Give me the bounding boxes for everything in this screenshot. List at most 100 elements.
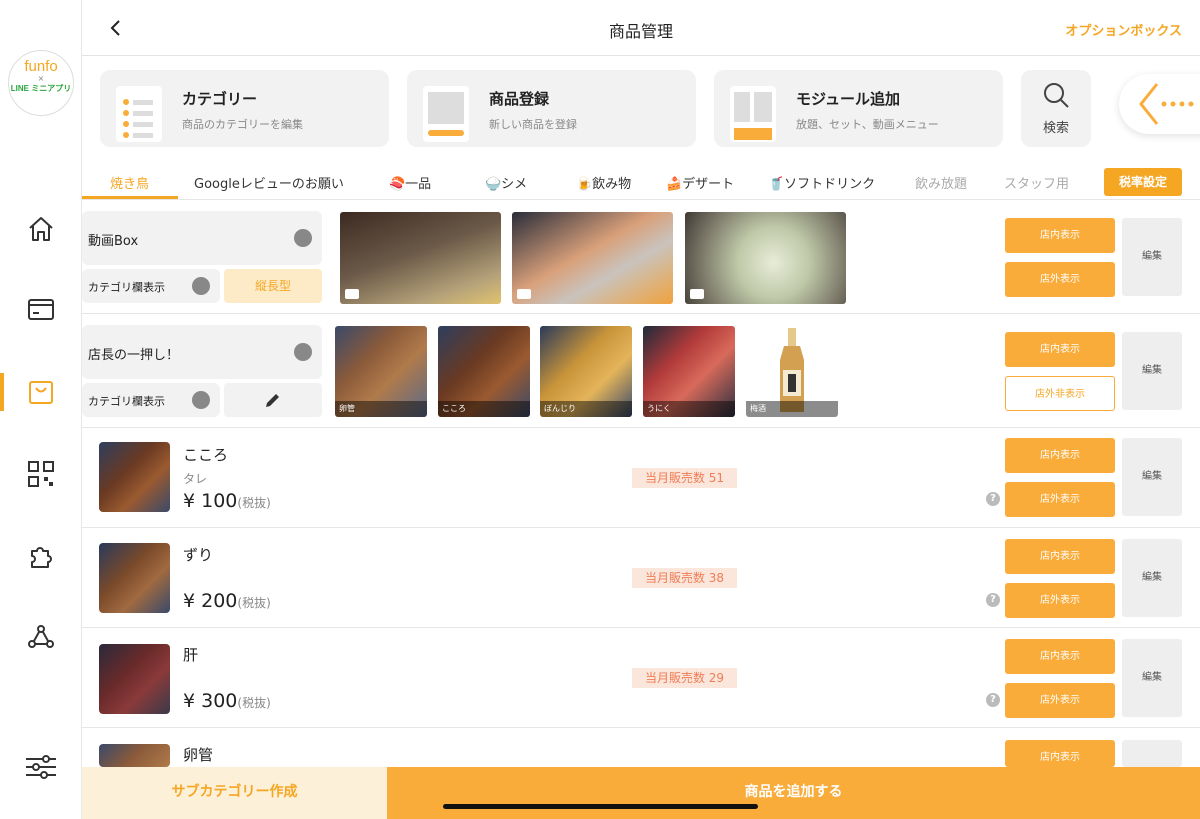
option-box-link[interactable]: オプションボックス [1065,20,1182,39]
video-thumbnail[interactable] [512,212,673,304]
edit-button[interactable]: 編集 [1122,639,1182,717]
video-edit-button[interactable]: 編集 [1122,218,1182,296]
network-icon[interactable] [24,620,58,654]
add-product-button[interactable]: 商品を追加する [387,767,1200,819]
recommend-category-display: カテゴリ欄表示 [82,383,220,417]
recommend-out-store-hidden-button[interactable]: 店外非表示 [1005,376,1115,411]
in-store-button[interactable]: 店内表示 [1005,438,1115,473]
recommend-thumbnail-caption: 卵管 [335,401,427,417]
more-menu-button[interactable] [1119,74,1200,134]
recommend-thumbnail[interactable]: こころ [438,326,530,417]
product-subtext: タレ [183,472,208,486]
module-add-card-subtitle: 放題、セット、動画メニュー [796,118,939,131]
puzzle-icon[interactable] [24,540,58,574]
tab-shime[interactable]: 🍚シメ [485,173,527,192]
recommend-thumbnail[interactable]: 卵管 [335,326,427,417]
search-icon [1044,83,1069,108]
portrait-type-button[interactable]: 縦長型 [224,269,322,303]
tab-soft-drink[interactable]: 🥤ソフトドリンク [768,173,875,192]
recommend-label: 店長の一押し！ [82,325,322,379]
bottom-action-bar: サブカテゴリー作成 商品を追加する [82,767,1200,819]
product-image[interactable] [99,543,170,613]
in-store-button[interactable]: 店内表示 [1005,539,1115,574]
sidebar: funfo × LINE ミニアプリ [0,0,82,819]
settings-sliders-icon[interactable] [24,750,58,784]
product-name: こころ [183,446,229,464]
product-register-card[interactable]: 商品登録 新しい商品を登録 [407,70,696,147]
recommend-edit-button[interactable]: 編集 [1122,332,1182,410]
list-icon [116,86,162,142]
tab-ippin[interactable]: 🍣一品 [389,173,431,192]
product-image[interactable] [99,442,170,512]
product-register-card-subtitle: 新しい商品を登録 [489,118,577,131]
recommend-category-display-radio[interactable] [192,391,210,409]
product-image[interactable] [99,744,170,767]
search-label: 検索 [1042,121,1069,136]
product-name: ずり [183,546,214,564]
help-icon[interactable]: ? [986,492,1000,506]
module-icon [730,86,776,142]
create-subcategory-button[interactable]: サブカテゴリー作成 [82,767,387,819]
help-icon[interactable]: ? [986,693,1000,707]
card-icon[interactable] [24,292,58,326]
video-category-display: カテゴリ欄表示 [82,269,220,303]
video-box-radio[interactable] [294,229,312,247]
price-tax-note: (税抜) [237,696,271,710]
product-name: 肝 [183,646,199,664]
tab-drinks[interactable]: 🍺飲み物 [576,173,631,192]
recommend-thumbnail[interactable]: うにく [643,326,735,417]
monthly-sales-badge: 当月販売数 29 [632,668,737,688]
price-value: ¥ 300 [183,690,238,712]
logo-line2: × [37,74,45,83]
out-store-button[interactable]: 店外表示 [1005,583,1115,618]
edit-button[interactable] [1122,740,1182,767]
video-out-store-button[interactable]: 店外表示 [1005,262,1115,297]
tab-yakitori[interactable]: 焼き鳥 [110,173,149,192]
product-price: ¥ 100(税抜) [183,490,271,512]
tab-active-underline [82,196,178,199]
video-category-display-radio[interactable] [192,277,210,295]
in-store-button[interactable]: 店内表示 [1005,740,1115,767]
out-store-button[interactable]: 店外表示 [1005,683,1115,718]
recommend-thumbnail[interactable]: 梅酒 [746,326,838,417]
tab-staff[interactable]: スタッフ用 [1004,173,1069,192]
tax-settings-button[interactable]: 税率設定 [1104,168,1182,196]
shopping-bag-icon[interactable] [24,375,58,409]
video-thumbnail[interactable] [340,212,501,304]
module-add-card[interactable]: モジュール追加 放題、セット、動画メニュー [714,70,1003,147]
video-category-display-label: カテゴリ欄表示 [88,281,165,294]
video-box-label: 動画Box [82,211,322,265]
recommend-thumbnail[interactable]: ぼんじり [540,326,632,417]
in-store-button[interactable]: 店内表示 [1005,639,1115,674]
qr-code-icon[interactable] [24,457,58,491]
search-button[interactable]: 検索 [1021,70,1091,147]
edit-button[interactable]: 編集 [1122,539,1182,617]
category-card-title: カテゴリー [182,90,258,108]
out-store-button[interactable]: 店外表示 [1005,482,1115,517]
price-tax-note: (税抜) [237,596,271,610]
page-title: 商品管理 [608,22,673,41]
video-in-store-button[interactable]: 店内表示 [1005,218,1115,253]
top-bar: 商品管理 オプションボックス [82,0,1200,56]
product-price: ¥ 200(税抜) [183,590,271,612]
module-row-recommend: 店長の一押し！ カテゴリ欄表示 店内表示 店外非表示 編集 [82,315,1200,428]
recommend-in-store-button[interactable]: 店内表示 [1005,332,1115,367]
recommend-thumbnail-caption: こころ [438,401,530,417]
product-image[interactable] [99,644,170,714]
home-icon[interactable] [24,212,58,246]
product-price: ¥ 300(税抜) [183,690,271,712]
tab-nomihoudai[interactable]: 飲み放題 [915,173,967,192]
video-play-icon [690,289,704,299]
edit-button[interactable]: 編集 [1122,438,1182,516]
tab-dessert[interactable]: 🍰デザート [666,173,734,192]
video-thumbnail[interactable] [685,212,846,304]
category-card[interactable]: カテゴリー 商品のカテゴリーを編集 [100,70,389,147]
tab-google-review[interactable]: Googleレビューのお願い [194,173,344,192]
help-icon[interactable]: ? [986,593,1000,607]
logo-line1: funfo [24,58,58,75]
video-play-icon [345,289,359,299]
nav-active-indicator [0,373,4,411]
recommend-edit-pen-button[interactable] [224,383,322,417]
recommend-radio[interactable] [294,343,312,361]
product-row: 卵管 店内表示 [82,729,1200,767]
